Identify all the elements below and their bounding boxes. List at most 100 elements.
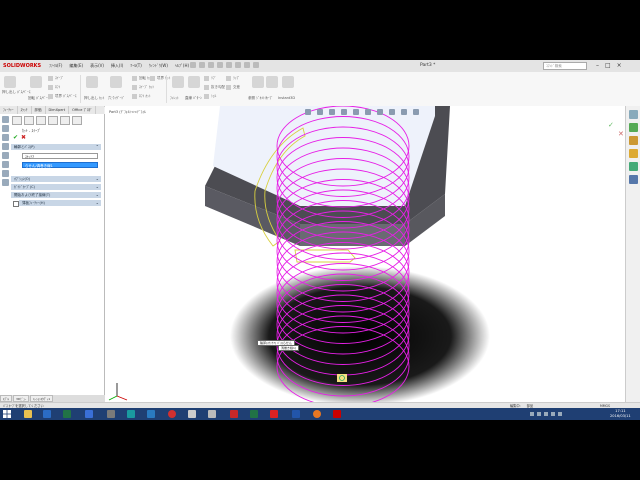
section-options[interactable]: ｵﾌﾟｼｮﾝ(O) ⌄ bbox=[11, 176, 101, 182]
menu-edit[interactable]: 編集(E) bbox=[68, 62, 84, 70]
ok-button[interactable]: ✔ bbox=[13, 134, 18, 141]
options-icon[interactable] bbox=[253, 62, 259, 68]
model-canvas[interactable] bbox=[105, 106, 625, 402]
acrobat-taskbar-icon[interactable] bbox=[230, 410, 238, 418]
tab-features[interactable]: ﾌｨｰﾁｬｰ bbox=[0, 106, 18, 114]
mail-taskbar-icon[interactable] bbox=[43, 410, 51, 418]
tray-icon[interactable] bbox=[537, 412, 541, 416]
curves-icon[interactable] bbox=[266, 76, 278, 88]
excel2-taskbar-icon[interactable] bbox=[250, 410, 258, 418]
menu-window[interactable]: ｳｨﾝﾄﾞｳ(W) bbox=[148, 62, 169, 70]
fillet-icon[interactable] bbox=[172, 76, 184, 88]
confirm-corner-cancel-icon[interactable]: ✕ bbox=[618, 130, 624, 138]
file-explorer-icon[interactable] bbox=[629, 136, 638, 145]
volume-icon[interactable] bbox=[551, 412, 555, 416]
boundary-cut-button[interactable]: 境界 ｶｯﾄ bbox=[150, 76, 170, 81]
tab-motion-study[interactable]: ﾓｰｼｮﾝｽﾀﾃﾞｨ1 bbox=[30, 395, 54, 402]
tray-icon[interactable] bbox=[530, 412, 534, 416]
rib-button[interactable]: ﾘﾌﾞ bbox=[204, 76, 216, 81]
browser-taskbar-icon[interactable] bbox=[168, 410, 176, 418]
feature-tree-icon[interactable] bbox=[2, 116, 9, 123]
section-profile-path[interactable]: 輪郭とﾊﾟｽ(P) ⌃ bbox=[11, 144, 101, 150]
tab-office[interactable]: Office ﾌﾟﾛﾀﾞ bbox=[69, 106, 97, 114]
save-icon[interactable] bbox=[208, 62, 214, 68]
extrude-boss-icon[interactable] bbox=[4, 76, 16, 88]
display-style-icon[interactable] bbox=[365, 109, 371, 115]
revolve-boss-icon[interactable] bbox=[30, 76, 42, 88]
windows-start-icon[interactable] bbox=[3, 410, 11, 418]
sensor-icon[interactable] bbox=[2, 179, 9, 186]
loft-cut-button[interactable]: ﾛﾌﾄ ｶｯﾄ bbox=[132, 94, 151, 99]
view-orientation-icon[interactable] bbox=[353, 109, 359, 115]
menu-insert[interactable]: 挿入(I) bbox=[110, 62, 124, 70]
hide-show-icon[interactable] bbox=[377, 109, 383, 115]
ime-icon[interactable] bbox=[558, 412, 562, 416]
undo-icon[interactable] bbox=[226, 62, 232, 68]
dimxpert-icon[interactable] bbox=[2, 143, 9, 150]
tab-model[interactable]: ﾓﾃﾞﾙ bbox=[0, 395, 13, 402]
dim-tab-icon[interactable] bbox=[48, 116, 58, 125]
view-palette-icon[interactable] bbox=[629, 149, 638, 158]
solidworks-taskbar-icon[interactable] bbox=[270, 410, 278, 418]
menu-help[interactable]: ﾍﾙﾌﾟ(H) bbox=[174, 62, 190, 70]
sweep-cut-button[interactable]: ｽｲｰﾌﾟ ｶｯﾄ bbox=[132, 85, 154, 90]
print-icon[interactable] bbox=[217, 62, 223, 68]
confirm-corner-ok-icon[interactable]: ✓ bbox=[608, 121, 614, 129]
open-icon[interactable] bbox=[199, 62, 205, 68]
section-guide-curves[interactable]: ｶﾞｲﾄﾞｶｰﾌﾞ(C) ⌄ bbox=[11, 184, 101, 190]
custom-icon[interactable] bbox=[2, 170, 9, 177]
extrude-cut-icon[interactable] bbox=[86, 76, 98, 88]
new-icon[interactable] bbox=[190, 62, 196, 68]
maximize-icon[interactable]: □ bbox=[605, 61, 611, 70]
app2-taskbar-icon[interactable] bbox=[127, 410, 135, 418]
appearance-tab-icon[interactable] bbox=[72, 116, 82, 125]
app5-taskbar-icon[interactable] bbox=[208, 410, 216, 418]
hole-wizard-icon[interactable] bbox=[110, 76, 122, 88]
boundary-boss-button[interactable]: 境界 ﾎﾞｽ/ﾍﾞｰｽ bbox=[48, 94, 77, 99]
instant3d-icon[interactable] bbox=[282, 76, 294, 88]
profile-field[interactable]: ｽｹｯﾁ7 bbox=[22, 153, 98, 159]
section-view-icon[interactable] bbox=[341, 109, 347, 115]
section-start-end-tangency[interactable]: 開始および終了接線(T) ⌄ bbox=[11, 192, 101, 198]
feature-manager-flyout[interactable]: Part3 (ﾃﾞﾌｫﾙﾄ<<ﾃﾞﾌｫﾙ bbox=[109, 110, 146, 115]
display-icon[interactable] bbox=[2, 152, 9, 159]
appearance-icon[interactable] bbox=[2, 161, 9, 168]
graphics-area[interactable]: Part3 (ﾃﾞﾌｫﾙﾄ<<ﾃﾞﾌｫﾙ ✓ ✕ 輪郭(ｽｹｯﾁ7) ﾊﾟｽ(ら… bbox=[105, 106, 625, 402]
appearances-icon[interactable] bbox=[629, 162, 638, 171]
linear-pattern-icon[interactable] bbox=[188, 76, 200, 88]
minimize-icon[interactable]: – bbox=[596, 61, 599, 70]
app-taskbar-icon[interactable] bbox=[107, 410, 115, 418]
rebuild-icon[interactable] bbox=[244, 62, 250, 68]
close-icon[interactable]: × bbox=[617, 61, 622, 70]
configuration-icon[interactable] bbox=[2, 134, 9, 141]
tab-sketch[interactable]: ｽｹｯﾁ bbox=[18, 106, 32, 114]
custom-properties-icon[interactable] bbox=[629, 175, 638, 184]
path-field[interactable]: らせん/渦巻き線1 bbox=[22, 162, 98, 168]
property-manager-icon[interactable] bbox=[2, 125, 9, 132]
wrap-button[interactable]: ﾗｯﾌﾟ bbox=[226, 76, 240, 81]
menu-view[interactable]: 表示(V) bbox=[89, 62, 105, 70]
config-tab-icon[interactable] bbox=[36, 116, 46, 125]
loft-button[interactable]: ﾛﾌﾄ bbox=[48, 85, 60, 90]
file-explorer-taskbar-icon[interactable] bbox=[24, 410, 32, 418]
menu-file[interactable]: ﾌｧｲﾙ(F) bbox=[48, 62, 63, 70]
view-settings-icon[interactable] bbox=[413, 109, 419, 115]
selection-point-icon[interactable] bbox=[337, 374, 347, 382]
excel-taskbar-icon[interactable] bbox=[63, 410, 71, 418]
jw-taskbar-icon[interactable] bbox=[292, 410, 300, 418]
cancel-button[interactable]: ✖ bbox=[21, 134, 26, 141]
zoom-area-icon[interactable] bbox=[317, 109, 323, 115]
solidworks2-taskbar-icon[interactable] bbox=[333, 410, 341, 418]
app4-taskbar-icon[interactable] bbox=[188, 410, 196, 418]
tab-3d-views[interactable]: 3Dﾋﾞｭｰ bbox=[13, 395, 30, 402]
intersect-button[interactable]: 交差 bbox=[226, 85, 240, 90]
search-input[interactable]: ｺﾏﾝﾄﾞ検索 bbox=[543, 62, 587, 70]
sweep-button[interactable]: ｽｲｰﾌﾟ bbox=[48, 76, 64, 81]
select-icon[interactable] bbox=[235, 62, 241, 68]
reference-geometry-icon[interactable] bbox=[252, 76, 264, 88]
scene-icon[interactable] bbox=[401, 109, 407, 115]
design-library-icon[interactable] bbox=[629, 123, 638, 132]
firefox-taskbar-icon[interactable] bbox=[313, 410, 321, 418]
zoom-to-fit-icon[interactable] bbox=[305, 109, 311, 115]
section-thin-feature[interactable]: 薄板ﾌｨｰﾁｬｰ(H) ⌄ bbox=[19, 200, 101, 206]
